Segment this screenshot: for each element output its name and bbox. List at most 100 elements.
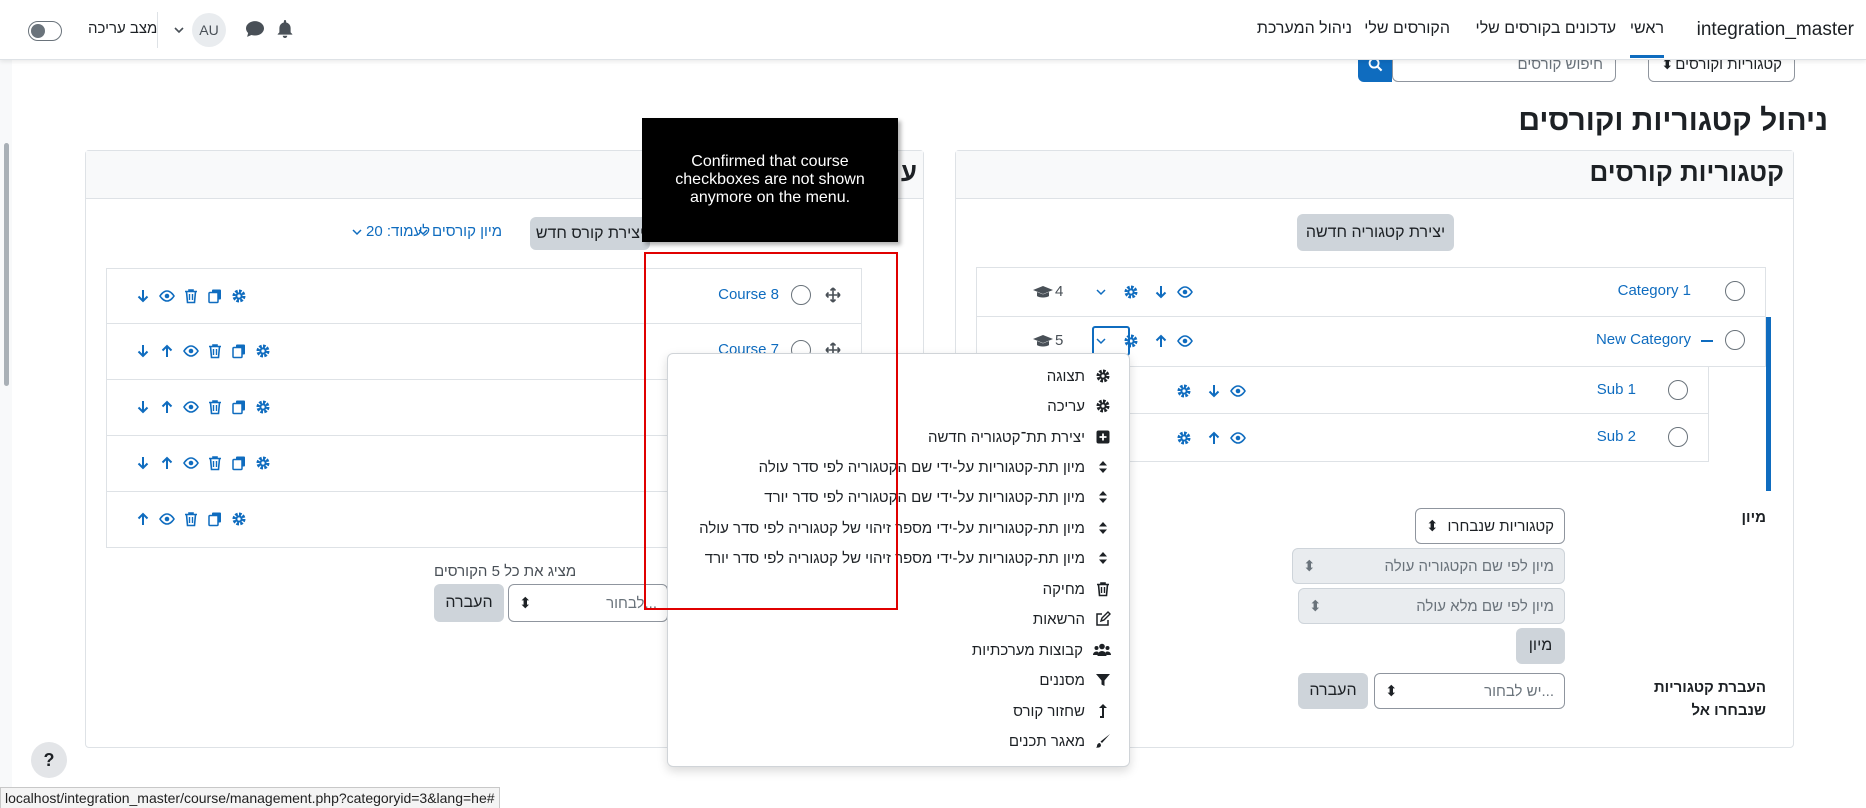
gear-icon[interactable] bbox=[231, 511, 247, 527]
sort-courses-dropdown[interactable]: מיון קורסים bbox=[418, 223, 502, 240]
subcategory-row[interactable]: Sub 2 bbox=[1049, 414, 1709, 462]
category-select-checkbox[interactable] bbox=[1725, 281, 1745, 301]
graduation-cap-icon bbox=[1033, 284, 1053, 300]
arrow-down-icon[interactable] bbox=[1206, 383, 1222, 399]
gear-icon[interactable] bbox=[255, 455, 271, 471]
users-icon bbox=[1093, 642, 1111, 658]
category-select-checkbox[interactable] bbox=[1668, 380, 1688, 400]
category-name[interactable]: Category 1 bbox=[1618, 282, 1691, 299]
nav-link-home[interactable]: ראשי bbox=[1629, 20, 1664, 58]
gear-icon[interactable] bbox=[255, 399, 271, 415]
arrow-up-icon[interactable] bbox=[1206, 430, 1222, 446]
avatar[interactable]: AU bbox=[192, 13, 226, 47]
eye-icon[interactable] bbox=[1177, 333, 1193, 349]
arrow-down-icon[interactable] bbox=[135, 343, 151, 359]
copy-icon[interactable] bbox=[207, 288, 223, 304]
gear-icon[interactable] bbox=[1176, 430, 1192, 446]
brush-icon bbox=[1095, 733, 1111, 749]
menu-item-permissions[interactable]: הרשאות bbox=[1033, 607, 1111, 631]
filter-icon bbox=[1095, 672, 1111, 688]
arrow-up-icon[interactable] bbox=[159, 343, 175, 359]
trash-icon[interactable] bbox=[207, 455, 223, 471]
menu-item-filters[interactable]: מסננים bbox=[1039, 668, 1111, 692]
copy-icon[interactable] bbox=[231, 343, 247, 359]
category-name[interactable]: Sub 1 bbox=[1597, 381, 1636, 398]
sort-secondary-select[interactable]: ⬍ מיון לפי שם מלא עולה bbox=[1298, 588, 1565, 624]
menu-item-label: תצוגה bbox=[1046, 367, 1085, 385]
course-actions bbox=[135, 343, 271, 359]
menu-item-restore-course[interactable]: שחזור קורס bbox=[1013, 699, 1111, 723]
chat-icon[interactable] bbox=[246, 20, 264, 38]
menu-item-label: מאגר תכנים bbox=[1008, 732, 1085, 750]
gear-icon[interactable] bbox=[231, 288, 247, 304]
trash-icon[interactable] bbox=[207, 399, 223, 415]
eye-icon[interactable] bbox=[183, 399, 199, 415]
move-categories-button[interactable]: העברה bbox=[1298, 673, 1368, 709]
edit-mode-toggle[interactable] bbox=[28, 21, 62, 41]
arrow-up-icon[interactable] bbox=[159, 455, 175, 471]
gear-icon[interactable] bbox=[1176, 383, 1192, 399]
sort-selection-value: קטגוריות שנבחרו bbox=[1447, 517, 1554, 535]
nav-link-course-updates[interactable]: עדכונים בקורסים שלי bbox=[1476, 20, 1616, 38]
help-button[interactable]: ? bbox=[31, 742, 67, 778]
showing-all-courses: מציג את כל 5 הקורסים bbox=[434, 563, 577, 580]
trash-icon[interactable] bbox=[183, 511, 199, 527]
copy-icon[interactable] bbox=[231, 455, 247, 471]
collapse-icon[interactable] bbox=[1701, 340, 1713, 342]
arrow-up-icon[interactable] bbox=[1153, 333, 1169, 349]
create-course-button[interactable]: יצירת קורס חדש bbox=[530, 217, 650, 250]
category-select-checkbox[interactable] bbox=[1668, 427, 1688, 447]
site-name[interactable]: integration_master bbox=[1697, 19, 1854, 41]
menu-item-edit[interactable]: עריכה bbox=[1047, 394, 1111, 418]
move-courses-button[interactable]: העברה bbox=[434, 584, 504, 622]
eye-icon[interactable] bbox=[159, 511, 175, 527]
move-categories-select[interactable]: ⬍ יש לבחור... bbox=[1374, 673, 1565, 709]
copy-icon[interactable] bbox=[231, 399, 247, 415]
subcategory-row[interactable]: Sub 1 bbox=[1049, 366, 1709, 414]
eye-icon[interactable] bbox=[1230, 430, 1246, 446]
category-row[interactable]: Category 1 4 bbox=[976, 267, 1766, 317]
copy-icon[interactable] bbox=[207, 511, 223, 527]
category-select-checkbox[interactable] bbox=[1725, 330, 1745, 350]
sort-order-select[interactable]: ⬍ מיון לפי שם הקטגוריה עולה bbox=[1292, 548, 1565, 584]
eye-icon[interactable] bbox=[183, 455, 199, 471]
arrow-down-icon[interactable] bbox=[135, 288, 151, 304]
chevron-down-icon[interactable] bbox=[174, 25, 184, 35]
menu-item-view[interactable]: תצוגה bbox=[1047, 364, 1111, 388]
gear-icon[interactable] bbox=[255, 343, 271, 359]
sort-selection-select[interactable]: ⬍ קטגוריות שנבחרו bbox=[1415, 508, 1565, 544]
category-actions bbox=[1170, 383, 1246, 399]
arrow-up-icon[interactable] bbox=[135, 511, 151, 527]
trash-icon[interactable] bbox=[183, 288, 199, 304]
eye-icon[interactable] bbox=[159, 288, 175, 304]
eye-icon[interactable] bbox=[183, 343, 199, 359]
gear-icon[interactable] bbox=[1123, 284, 1139, 300]
eye-icon[interactable] bbox=[1177, 284, 1193, 300]
trash-icon[interactable] bbox=[207, 343, 223, 359]
menu-item-cohorts[interactable]: קבוצות מערכתיות bbox=[972, 638, 1111, 662]
menu-item-create-subcategory[interactable]: יצירת תת־קטגוריה חדשה bbox=[928, 425, 1111, 449]
bell-icon[interactable] bbox=[276, 20, 294, 38]
arrow-up-icon[interactable] bbox=[159, 399, 175, 415]
category-name[interactable]: New Category bbox=[1596, 331, 1691, 348]
active-category-indicator bbox=[1766, 317, 1771, 491]
category-name[interactable]: Sub 2 bbox=[1597, 428, 1636, 445]
per-page-dropdown[interactable]: לעמוד: 20 bbox=[352, 223, 430, 240]
course-actions bbox=[135, 511, 247, 527]
nav-link-site-admin[interactable]: ניהול המערכת bbox=[1257, 20, 1352, 38]
actions-menu-trigger[interactable] bbox=[1092, 326, 1130, 356]
menu-item-label: מסננים bbox=[1039, 671, 1085, 689]
sort-button[interactable]: מיון bbox=[1516, 628, 1565, 664]
arrow-down-icon[interactable] bbox=[135, 399, 151, 415]
arrow-down-icon[interactable] bbox=[135, 455, 151, 471]
menu-item-label: מחיקה bbox=[1042, 580, 1085, 598]
scrollbar-thumb[interactable] bbox=[4, 143, 9, 386]
arrow-down-icon[interactable] bbox=[1153, 284, 1169, 300]
sort-icon bbox=[1095, 520, 1111, 536]
menu-item-content-bank[interactable]: מאגר תכנים bbox=[1009, 729, 1111, 753]
eye-icon[interactable] bbox=[1230, 383, 1246, 399]
create-category-button[interactable]: יצירת קטגוריה חדשה bbox=[1297, 214, 1454, 251]
nav-link-my-courses[interactable]: הקורסים שלי bbox=[1364, 20, 1450, 38]
menu-item-delete[interactable]: מחיקה bbox=[1043, 577, 1111, 601]
chevron-down-icon[interactable] bbox=[1093, 284, 1109, 300]
